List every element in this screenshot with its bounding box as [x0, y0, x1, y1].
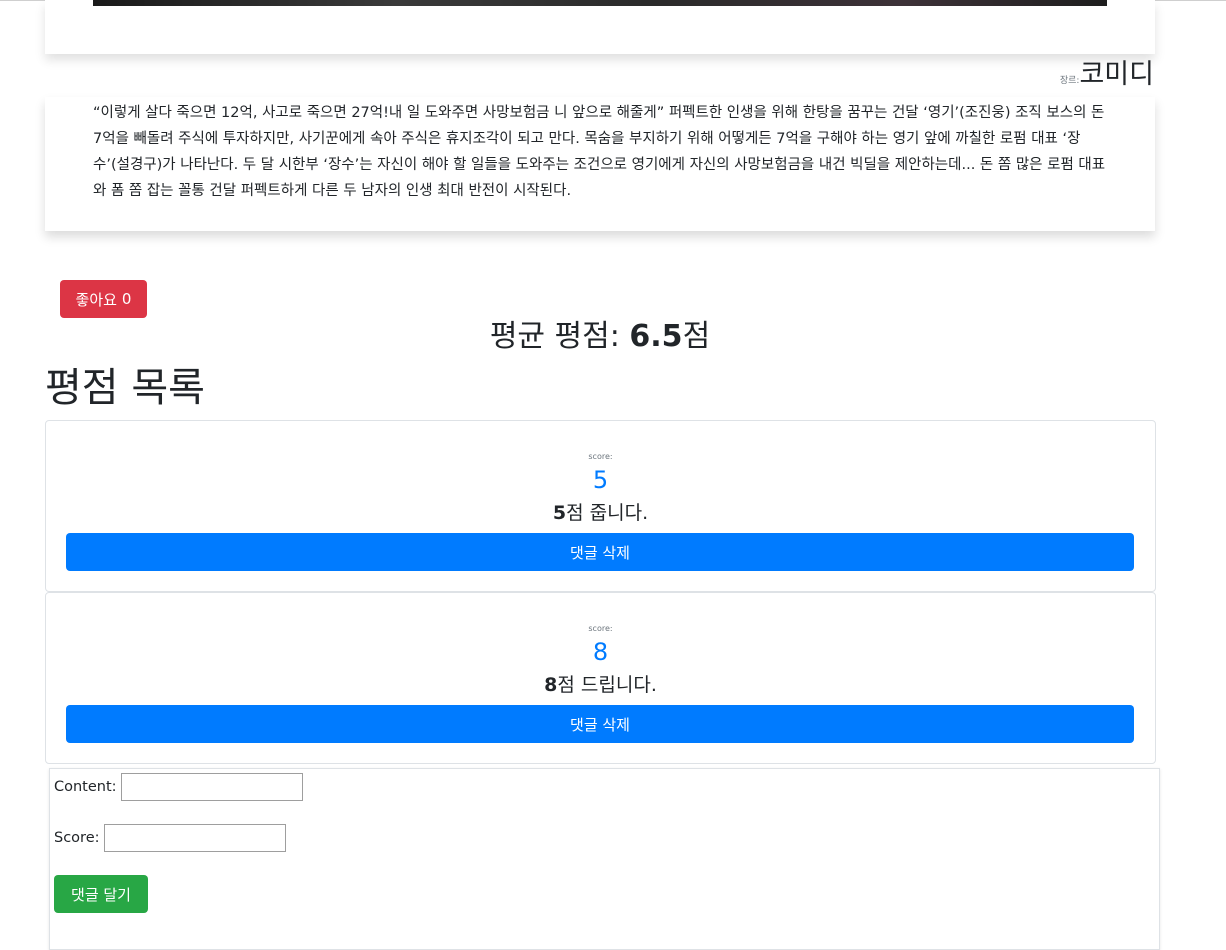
- average-rating-suffix: 점: [682, 319, 711, 354]
- average-rating: 평균 평점: 6.5점: [0, 313, 1200, 361]
- synopsis-text: “이렇게 살다 죽으면 12억, 사고로 죽으면 27억!내 일 도와주면 사망…: [93, 105, 1106, 199]
- average-rating-value: 6.5: [629, 319, 683, 354]
- review-card: score: 5 5점 줍니다. 댓글 삭제: [45, 420, 1156, 592]
- submit-review-button[interactable]: 댓글 달기: [54, 875, 148, 913]
- genre: 장르: 코미디: [1060, 52, 1154, 91]
- review-card: score: 8 8점 드립니다. 댓글 삭제: [45, 592, 1156, 764]
- content-row: Content:: [54, 773, 303, 801]
- content-input[interactable]: [120, 773, 303, 801]
- score-row: Score:: [54, 824, 286, 852]
- delete-review-button[interactable]: 댓글 삭제: [66, 533, 1134, 571]
- review-content-text: 점 드립니다.: [557, 674, 657, 696]
- average-rating-prefix: 평균 평점:: [489, 319, 630, 354]
- poster-card: [45, 0, 1155, 54]
- movie-poster-image: [93, 0, 1107, 6]
- score-input[interactable]: [103, 824, 286, 852]
- review-form: Content: Score: 댓글 달기: [49, 768, 1160, 950]
- score-label: score:: [588, 624, 613, 633]
- score-label: score:: [588, 452, 613, 461]
- content-label: Content:: [54, 779, 117, 795]
- review-content-score: 8: [544, 674, 558, 696]
- review-content-score: 5: [552, 502, 567, 524]
- review-list-title: 평점 목록: [45, 365, 205, 411]
- synopsis-card: “이렇게 살다 죽으면 12억, 사고로 죽으면 27억!내 일 도와주면 사망…: [45, 97, 1155, 231]
- like-label: 좋아요: [75, 290, 117, 309]
- review-content: 5점 줍니다.: [46, 499, 1155, 527]
- score-value: 5: [592, 466, 609, 494]
- genre-label: 장르:: [1059, 76, 1080, 86]
- review-content-text: 점 줍니다.: [566, 502, 649, 524]
- delete-review-button[interactable]: 댓글 삭제: [66, 705, 1134, 743]
- score-field-label: Score:: [54, 830, 100, 846]
- like-count: 0: [121, 290, 132, 308]
- score-value: 8: [592, 638, 609, 666]
- genre-value: 코미디: [1079, 59, 1154, 90]
- review-content: 8점 드립니다.: [46, 671, 1155, 699]
